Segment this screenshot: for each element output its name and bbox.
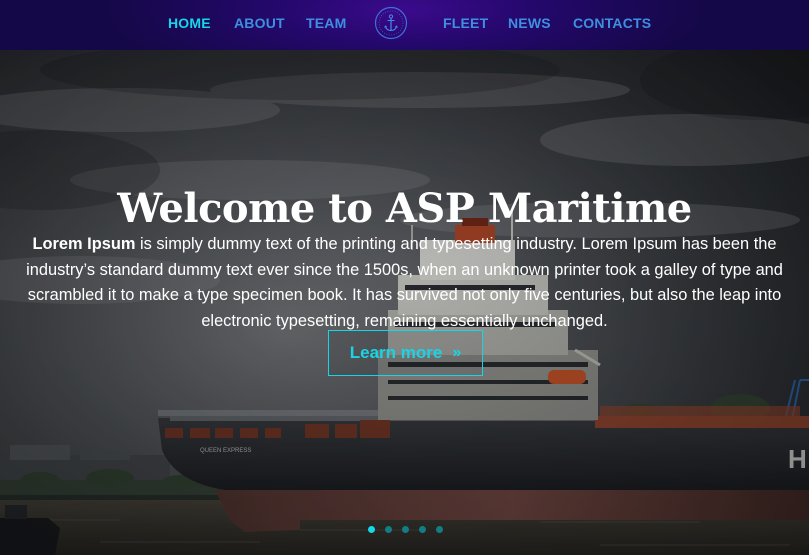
top-navbar: HOME ABOUT TEAM FLEET NEWS CONTACTS [0, 0, 809, 50]
slider-pagination [368, 526, 443, 533]
anchor-emblem-icon[interactable] [374, 6, 408, 40]
nav-fleet-link[interactable]: FLEET [443, 15, 488, 31]
page: HOME ABOUT TEAM FLEET NEWS CONTACTS Welc… [0, 0, 809, 555]
learn-more-label: Learn more [349, 343, 443, 362]
hero-title: Welcome to ASP Maritime [117, 184, 692, 232]
learn-more-button[interactable]: Learn more » [328, 330, 483, 376]
nav-about-link[interactable]: ABOUT [234, 15, 285, 31]
nav-team-link[interactable]: TEAM [306, 15, 346, 31]
slider-dot-2[interactable] [385, 526, 392, 533]
slider-dot-5[interactable] [436, 526, 443, 533]
slider-dot-1[interactable] [368, 526, 375, 533]
double-chevron-right-icon: » [452, 344, 462, 361]
slider-dot-4[interactable] [419, 526, 426, 533]
nav-contacts-link[interactable]: CONTACTS [573, 15, 651, 31]
hero-description-rest: is simply dummy text of the printing and… [26, 235, 783, 330]
nav-home-link[interactable]: HOME [168, 15, 211, 31]
slider-dot-3[interactable] [402, 526, 409, 533]
hero-description-bold: Lorem Ipsum [32, 235, 136, 254]
hero-description: Lorem Ipsum is simply dummy text of the … [6, 232, 803, 334]
nav-news-link[interactable]: NEWS [508, 15, 551, 31]
